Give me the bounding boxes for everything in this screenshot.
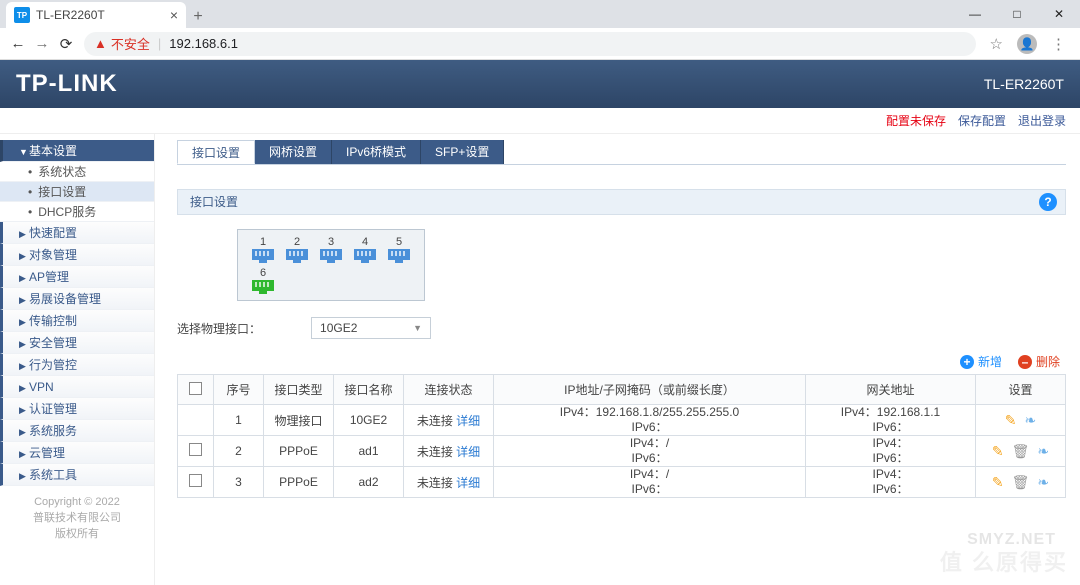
detail-link[interactable]: 详细 <box>456 414 480 428</box>
chevron-down-icon: ▼ <box>413 323 422 333</box>
sidebar-sub-interface[interactable]: 接口设置 <box>0 182 154 202</box>
insecure-warning: ▲ 不安全 <box>94 34 150 53</box>
sidebar-item-systools[interactable]: ▶系统工具 <box>0 464 154 486</box>
page-tabs: 接口设置 网桥设置 IPv6桥模式 SFP+设置 <box>177 140 1066 165</box>
help-icon[interactable]: ? <box>1039 193 1057 211</box>
back-button[interactable]: ← <box>6 35 30 52</box>
checkbox-all[interactable] <box>189 382 202 395</box>
logout-link[interactable]: 退出登录 <box>1018 112 1066 129</box>
leaf-icon[interactable]: ❧ <box>1037 443 1049 460</box>
panel-title-text: 接口设置 <box>190 189 238 215</box>
favicon: TP <box>14 7 30 23</box>
col-gw: 网关地址 <box>806 375 976 405</box>
leaf-icon[interactable]: ❧ <box>1037 474 1049 491</box>
url-text: 192.168.6.1 <box>169 36 238 51</box>
minus-icon: – <box>1018 355 1032 369</box>
edit-icon[interactable]: ✎ <box>992 474 1004 491</box>
delete-button[interactable]: –删除 <box>1018 353 1060 370</box>
row-checkbox[interactable] <box>189 443 202 456</box>
sidebar-item-behavior[interactable]: ▶行为管控 <box>0 354 154 376</box>
device-model: TL-ER2260T <box>984 76 1064 92</box>
browser-tab[interactable]: TP TL-ER2260T × <box>6 2 186 28</box>
port-3[interactable]: 3 <box>315 236 347 263</box>
reload-button[interactable]: ⟳ <box>54 35 78 53</box>
port-4[interactable]: 4 <box>349 236 381 263</box>
port-6[interactable]: 6 <box>247 267 279 294</box>
profile-avatar[interactable]: 👤 <box>1017 34 1037 54</box>
col-status: 连接状态 <box>404 375 494 405</box>
sidebar-item-easymesh[interactable]: ▶易展设备管理 <box>0 288 154 310</box>
brand-logo: TP-LINK <box>16 70 118 98</box>
sidebar-item-auth[interactable]: ▶认证管理 <box>0 398 154 420</box>
window-controls: — □ ✕ <box>954 0 1080 28</box>
plus-icon: + <box>960 355 974 369</box>
table-row: 2PPPoEad1未连接 详细IPv4：/IPv6：IPv4：IPv6：✎🗑❧ <box>178 436 1066 467</box>
port-diagram: 12345 6 <box>237 229 425 301</box>
chrome-menu-icon[interactable]: ⋮ <box>1051 35 1066 53</box>
detail-link[interactable]: 详细 <box>456 476 480 490</box>
sidebar-sub-system-status[interactable]: 系统状态 <box>0 162 154 182</box>
col-op: 设置 <box>976 375 1066 405</box>
col-ip: IP地址/子网掩码（或前缀长度） <box>494 375 806 405</box>
sidebar-item-vpn[interactable]: ▶VPN <box>0 376 154 398</box>
panel-title-bar: 接口设置 ? <box>177 189 1066 215</box>
col-type: 接口类型 <box>264 375 334 405</box>
dropdown-value: 10GE2 <box>320 321 357 335</box>
forward-button[interactable]: → <box>30 35 54 52</box>
sidebar-item-transport[interactable]: ▶传输控制 <box>0 310 154 332</box>
tab-bridge[interactable]: 网桥设置 <box>255 140 332 164</box>
table-row: 3PPPoEad2未连接 详细IPv4：/IPv6：IPv4：IPv6：✎🗑❧ <box>178 467 1066 498</box>
window-close[interactable]: ✕ <box>1038 0 1080 28</box>
port-2[interactable]: 2 <box>281 236 313 263</box>
bookmark-star-icon[interactable]: ☆ <box>990 35 1003 53</box>
trash-icon[interactable]: 🗑 <box>1012 474 1030 491</box>
tab-ipv6bridge[interactable]: IPv6桥模式 <box>332 140 421 164</box>
detail-link[interactable]: 详细 <box>456 445 480 459</box>
window-minimize[interactable]: — <box>954 0 996 28</box>
chrome-tab-strip: TP TL-ER2260T × + — □ ✕ <box>0 0 1080 28</box>
sidebar-item-object[interactable]: ▶对象管理 <box>0 244 154 266</box>
sidebar-item-cloud[interactable]: ▶云管理 <box>0 442 154 464</box>
chrome-toolbar: ← → ⟳ ▲ 不安全 | 192.168.6.1 ☆ 👤 ⋮ <box>0 28 1080 60</box>
trash-icon[interactable]: 🗑 <box>1012 443 1030 460</box>
sidebar-item-basic[interactable]: ▼基本设置 <box>0 140 154 162</box>
sidebar-item-quick[interactable]: ▶快速配置 <box>0 222 154 244</box>
row-checkbox[interactable] <box>189 474 202 487</box>
copyright: Copyright © 2022 普联技术有限公司 版权所有 <box>0 486 154 542</box>
add-button[interactable]: +新增 <box>960 353 1002 370</box>
save-config-link[interactable]: 保存配置 <box>958 112 1006 129</box>
tab-interface[interactable]: 接口设置 <box>177 140 255 164</box>
tab-title: TL-ER2260T <box>36 8 105 22</box>
sidebar-item-services[interactable]: ▶系统服务 <box>0 420 154 442</box>
port-5[interactable]: 5 <box>383 236 415 263</box>
col-name: 接口名称 <box>334 375 404 405</box>
leaf-icon[interactable]: ❧ <box>1025 412 1037 429</box>
interface-table: 序号 接口类型 接口名称 连接状态 IP地址/子网掩码（或前缀长度） 网关地址 … <box>177 374 1066 498</box>
sidebar-item-ap[interactable]: ▶AP管理 <box>0 266 154 288</box>
new-tab-button[interactable]: + <box>186 8 210 28</box>
edit-icon[interactable]: ✎ <box>992 443 1004 460</box>
col-idx: 序号 <box>214 375 264 405</box>
app-banner: TP-LINK TL-ER2260T <box>0 60 1080 108</box>
unsaved-indicator: 配置未保存 <box>886 112 946 129</box>
tab-sfpplus[interactable]: SFP+设置 <box>421 140 504 164</box>
sidebar: ▼基本设置 系统状态 接口设置 DHCP服务 ▶快速配置 ▶对象管理 ▶AP管理… <box>0 134 155 585</box>
sidebar-item-security[interactable]: ▶安全管理 <box>0 332 154 354</box>
port-1[interactable]: 1 <box>247 236 279 263</box>
tab-close-icon[interactable]: × <box>170 7 178 23</box>
window-maximize[interactable]: □ <box>996 0 1038 28</box>
action-bar: 配置未保存 保存配置 退出登录 <box>0 108 1080 134</box>
address-bar[interactable]: ▲ 不安全 | 192.168.6.1 <box>84 32 976 56</box>
warning-triangle-icon: ▲ <box>94 36 107 51</box>
content-area: 接口设置 网桥设置 IPv6桥模式 SFP+设置 接口设置 ? 12345 6 选… <box>155 134 1080 585</box>
table-row: 1物理接口10GE2未连接 详细IPv4：192.168.1.8/255.255… <box>178 405 1066 436</box>
interface-dropdown[interactable]: 10GE2 ▼ <box>311 317 431 339</box>
select-interface-label: 选择物理接口： <box>177 320 261 337</box>
sidebar-sub-dhcp[interactable]: DHCP服务 <box>0 202 154 222</box>
edit-icon[interactable]: ✎ <box>1005 412 1017 429</box>
